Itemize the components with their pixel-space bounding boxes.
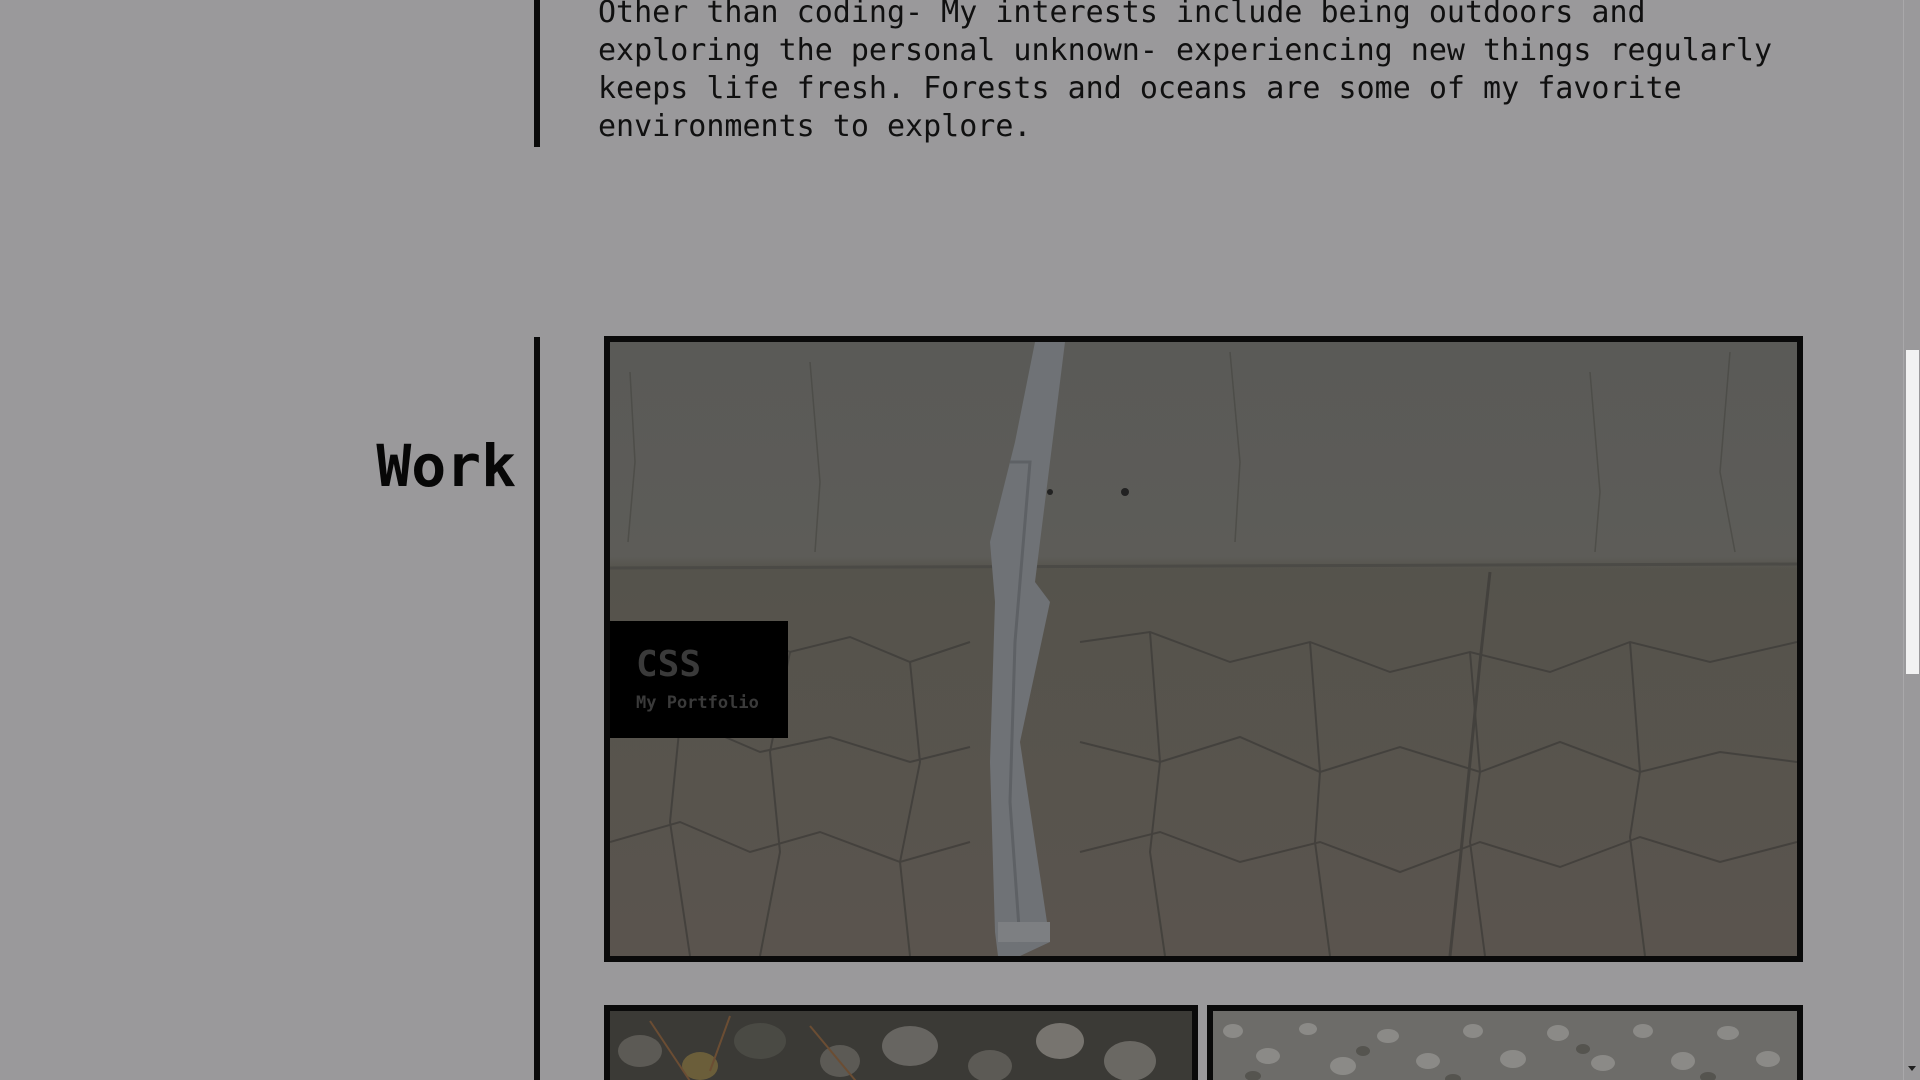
- project-card-css[interactable]: CSS My Portfolio: [604, 336, 1803, 962]
- about-paragraph: Other than coding- My interests include …: [598, 0, 1772, 144]
- project-thumbnail-gravel: [1213, 1011, 1797, 1080]
- project-title: CSS: [636, 644, 702, 685]
- scrollbar-thumb[interactable]: [1906, 350, 1919, 674]
- section-divider: [534, 337, 540, 1080]
- project-thumbnail-wall: [610, 342, 1797, 956]
- project-card[interactable]: [1207, 1005, 1803, 1080]
- project-subtitle: My Portfolio: [636, 693, 759, 713]
- project-label[interactable]: CSS My Portfolio: [610, 621, 788, 738]
- page-scrollbar[interactable]: [1903, 0, 1920, 1080]
- page: Other than coding- My interests include …: [0, 0, 1920, 1080]
- project-card[interactable]: [604, 1005, 1198, 1080]
- section-divider: [534, 0, 540, 147]
- work-section-title: Work: [376, 432, 516, 500]
- project-thumbnail-rocks: [610, 1011, 1192, 1080]
- scroll-down-arrow-icon[interactable]: [1908, 1066, 1916, 1071]
